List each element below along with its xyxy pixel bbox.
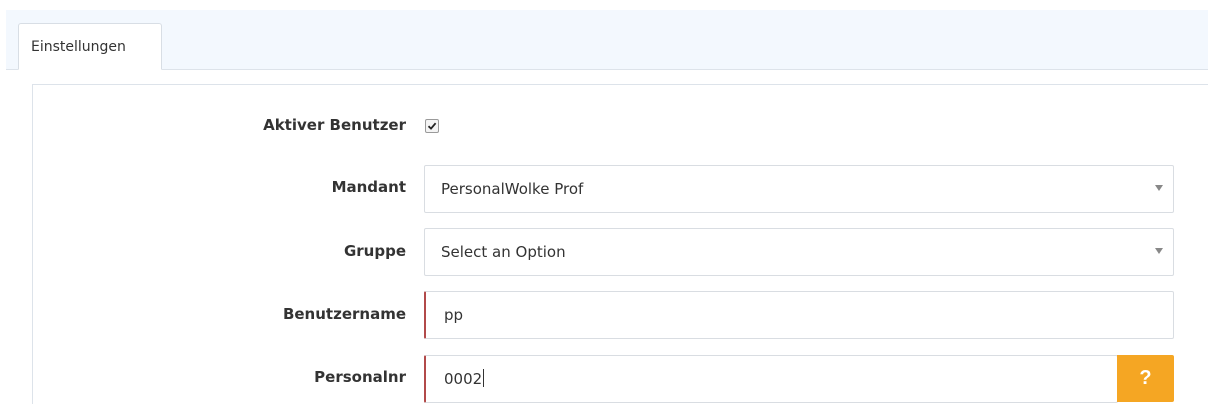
benutzername-row: Benutzername	[0, 305, 406, 325]
active-user-row: Aktiver Benutzer	[0, 116, 406, 136]
active-user-checkbox[interactable]	[425, 119, 439, 133]
chevron-down-icon	[1155, 185, 1163, 191]
personalnr-value: 0002	[444, 370, 483, 388]
check-icon	[427, 122, 437, 130]
question-icon: ?	[1139, 367, 1152, 389]
personalnr-value-wrap: 0002	[444, 356, 485, 402]
mandant-selected-value: PersonalWolke Prof	[441, 180, 584, 198]
gruppe-select[interactable]: Select an Option	[424, 228, 1174, 276]
benutzername-label: Benutzername	[282, 305, 406, 323]
mandant-label: Mandant	[331, 178, 406, 196]
personalnr-input[interactable]: 0002	[424, 355, 1118, 403]
active-user-label: Aktiver Benutzer	[263, 116, 406, 134]
tab-einstellungen[interactable]: Einstellungen	[18, 23, 162, 70]
benutzername-input[interactable]: pp	[424, 291, 1174, 339]
text-cursor	[483, 369, 485, 387]
personalnr-row: Personalnr	[0, 368, 406, 388]
help-button[interactable]: ?	[1117, 355, 1174, 402]
gruppe-selected-value: Select an Option	[441, 243, 566, 261]
mandant-select[interactable]: PersonalWolke Prof	[424, 165, 1174, 213]
mandant-row: Mandant	[0, 178, 406, 198]
gruppe-label: Gruppe	[343, 242, 406, 260]
chevron-down-icon	[1155, 248, 1163, 254]
tab-strip: Einstellungen	[6, 10, 1208, 70]
personalnr-label: Personalnr	[314, 368, 406, 386]
benutzername-value: pp	[444, 306, 464, 324]
gruppe-row: Gruppe	[0, 242, 406, 262]
